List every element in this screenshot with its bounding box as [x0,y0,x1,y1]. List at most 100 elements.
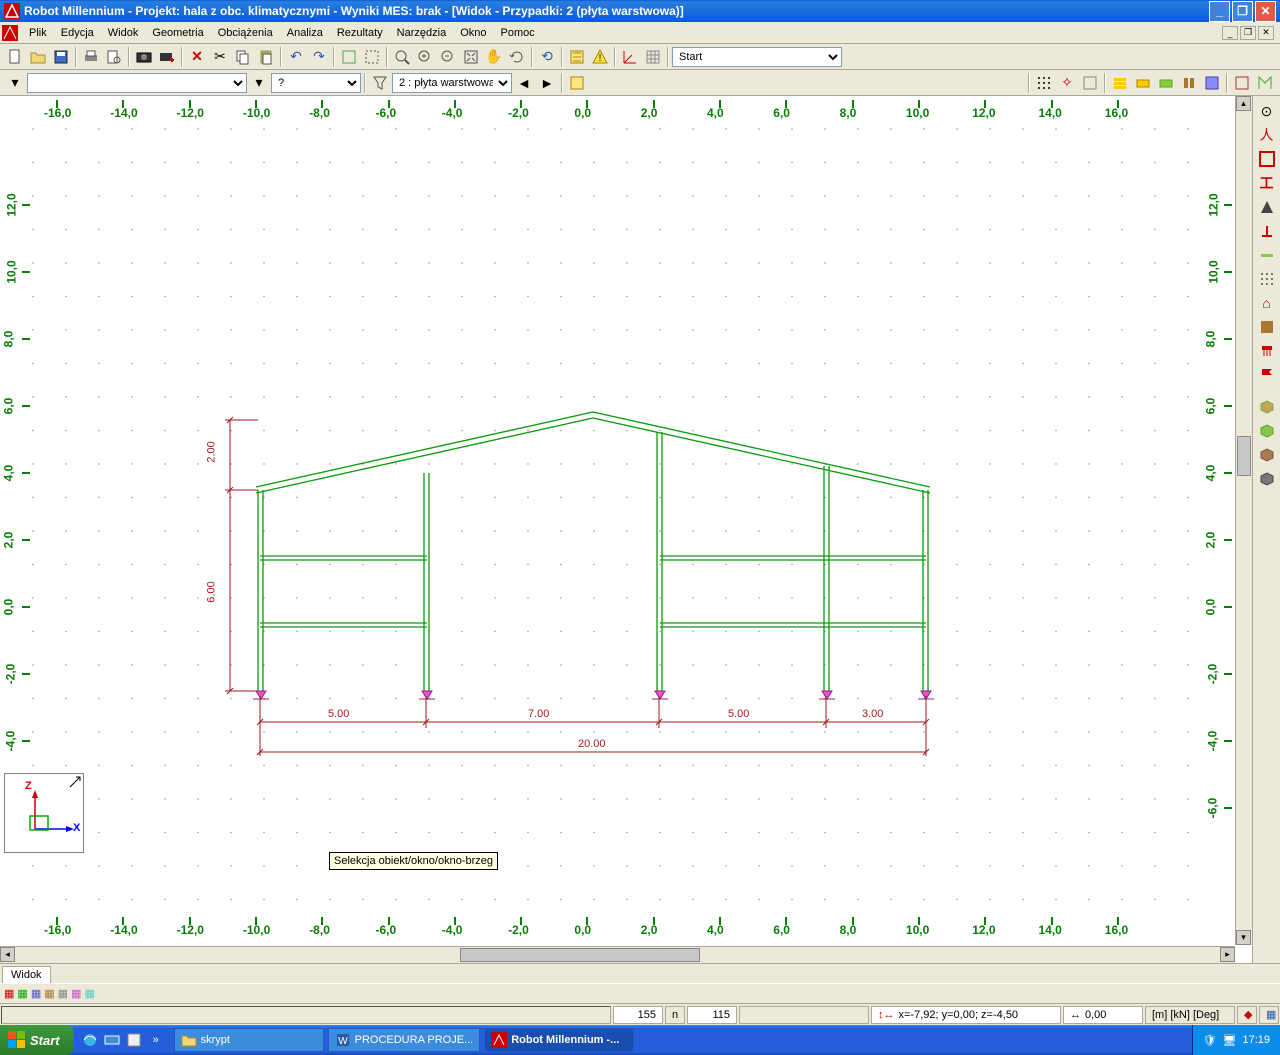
status-icon[interactable]: ▦ [71,987,81,1000]
tray-monitor-icon[interactable]: 🖥 [1223,1034,1237,1047]
layers5-button[interactable] [1201,72,1223,94]
status-grid-icon[interactable]: ▦ [1259,1006,1279,1024]
zoom-window-button[interactable] [391,46,413,68]
menu-okno[interactable]: Okno [453,24,493,42]
ql-desktop-icon[interactable] [102,1029,122,1051]
scroll-left-button[interactable]: ◂ [0,947,15,962]
snap-grid-button[interactable] [1079,72,1101,94]
vertical-scrollbar[interactable]: ▴ ▾ [1235,96,1252,945]
snap-settings-icon[interactable]: ⊙ [1256,100,1278,122]
case-next-button[interactable]: ► [536,72,558,94]
task-procedura[interactable]: W PROCEDURA PROJE... [328,1028,481,1052]
zoom-fit-button[interactable] [460,46,482,68]
task-skrypt[interactable]: skrypt [174,1028,324,1052]
status-icon[interactable]: ▦ [84,987,94,1000]
status-icon[interactable]: ▦ [17,987,27,1000]
screenshot-add-button[interactable] [156,46,178,68]
menu-rezultaty[interactable]: Rezultaty [330,24,390,42]
calculate-button[interactable] [566,46,588,68]
redo-button[interactable]: ↷ [308,46,330,68]
start-button[interactable]: Start [0,1025,74,1055]
display1-button[interactable] [1231,72,1253,94]
support-tool-icon[interactable] [1256,220,1278,242]
bar-selection-combo[interactable]: ? [271,73,361,93]
scroll-h-thumb[interactable] [460,948,700,962]
status-icon[interactable]: ▦ [58,987,68,1000]
delete-button[interactable]: ✕ [186,46,208,68]
mdi-close-button[interactable]: ✕ [1258,26,1274,40]
tray-shield-icon[interactable]: 🛡 [1203,1034,1217,1047]
grid-toggle-button[interactable] [642,46,664,68]
selection-dropdown-icon[interactable]: ▾ [4,72,26,94]
scroll-up-button[interactable]: ▴ [1236,96,1251,111]
selection-dropdown2-icon[interactable]: ▾ [248,72,270,94]
minimize-button[interactable]: _ [1209,1,1230,22]
print-button[interactable] [80,46,102,68]
material-tool-icon[interactable] [1256,196,1278,218]
scroll-down-button[interactable]: ▾ [1236,930,1251,945]
ql-more-icon[interactable]: » [146,1029,166,1051]
layers3-button[interactable] [1155,72,1177,94]
menu-analiza[interactable]: Analiza [280,24,330,42]
layers4-button[interactable] [1178,72,1200,94]
status-icon[interactable]: ▦ [44,987,54,1000]
ql-ie-icon[interactable] [80,1029,100,1051]
cut-button[interactable]: ✂ [209,46,231,68]
load-case-icon[interactable] [1256,316,1278,338]
box3-icon[interactable] [1256,444,1278,466]
snap-node-button[interactable]: ✧ [1056,72,1078,94]
menu-obciazenia[interactable]: Obciążenia [211,24,280,42]
load-define-icon[interactable] [1256,340,1278,362]
case-prev-button[interactable]: ◄ [513,72,535,94]
bar-tool-icon[interactable] [1256,148,1278,170]
zoom-in-button[interactable] [414,46,436,68]
axis-gizmo[interactable]: Z X [4,773,84,853]
frame-tool-icon[interactable]: ⌂ [1256,292,1278,314]
flag-icon[interactable] [1256,364,1278,386]
task-robot[interactable]: Robot Millennium -... [484,1028,634,1052]
menu-plik[interactable]: Plik [22,24,54,42]
box4-icon[interactable] [1256,468,1278,490]
filter-button[interactable] [369,72,391,94]
layers1-button[interactable] [1109,72,1131,94]
dots-grid-icon[interactable] [1033,72,1055,94]
open-button[interactable] [27,46,49,68]
gizmo-handle-icon[interactable] [69,776,81,788]
selection-mode-button[interactable] [361,46,383,68]
status-icon[interactable]: ▦ [31,987,41,1000]
status-icon[interactable]: ▦ [4,987,14,1000]
view-tab[interactable]: Widok [2,966,51,983]
axes-button[interactable] [619,46,641,68]
node-tool-icon[interactable]: 人 [1256,124,1278,146]
close-button[interactable]: ✕ [1255,1,1276,22]
layout-selector[interactable]: Start [672,47,842,67]
box1-icon[interactable] [1256,396,1278,418]
undo-button[interactable]: ↶ [285,46,307,68]
scroll-v-thumb[interactable] [1237,436,1251,476]
menu-geometria[interactable]: Geometria [145,24,210,42]
manager-button[interactable] [566,72,588,94]
scroll-right-button[interactable]: ▸ [1220,947,1235,962]
section-tool-icon[interactable]: 工 [1256,172,1278,194]
zoom-out-button[interactable] [437,46,459,68]
mdi-restore-button[interactable]: ❐ [1240,26,1256,40]
warn-button[interactable]: ! [589,46,611,68]
menu-pomoc[interactable]: Pomoc [494,24,542,42]
mdi-minimize-button[interactable]: _ [1222,26,1238,40]
horizontal-scrollbar[interactable]: ◂ ▸ [0,946,1235,963]
node-selection-combo[interactable] [27,73,247,93]
pan-button[interactable]: ✋ [483,46,505,68]
edit-mode-button[interactable] [338,46,360,68]
menu-widok[interactable]: Widok [101,24,146,42]
box2-icon[interactable] [1256,420,1278,442]
rotate-button[interactable] [506,46,528,68]
grid-dots-icon[interactable] [1256,268,1278,290]
load-case-combo[interactable]: 2 : płyta warstwowa [392,73,512,93]
layers2-button[interactable] [1132,72,1154,94]
view-prev-button[interactable]: ⟲ [536,46,558,68]
ql-app-icon[interactable] [124,1029,144,1051]
menu-edycja[interactable]: Edycja [54,24,101,42]
release-tool-icon[interactable] [1256,244,1278,266]
canvas-viewport[interactable]: -16,0-14,0-12,0-10,0-8,0-6,0-4,0-2,00,02… [0,96,1252,963]
new-button[interactable] [4,46,26,68]
